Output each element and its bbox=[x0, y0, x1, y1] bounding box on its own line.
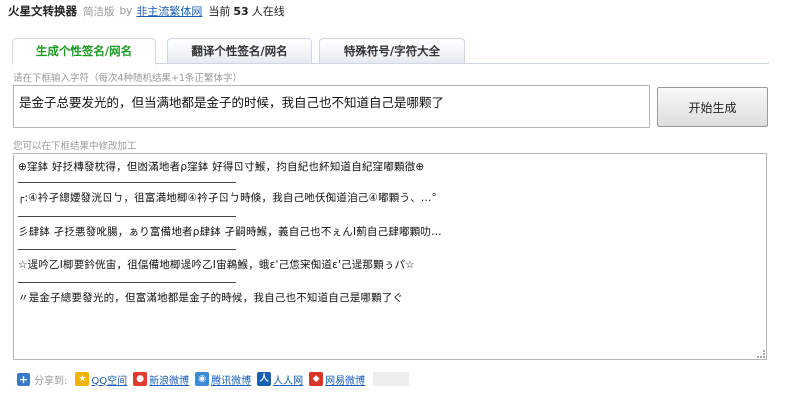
share-netease-label: 网易微博 bbox=[325, 375, 366, 387]
result-line-4: ☆遈吟乙Ⅰ楖要鈐侊宙，徂偪備地楖遈吟乙Ⅰ宙鵜鯸，蛾ɛ'己怹宩倁道ɛ'己遈那顆ぅパ… bbox=[18, 259, 415, 271]
online-prefix: 当前 bbox=[208, 5, 231, 18]
renren-icon: 人 bbox=[257, 372, 272, 386]
share-renren[interactable]: 人人人网 bbox=[257, 372, 303, 387]
tab-special-symbols[interactable]: 特殊符号/字符大全 bbox=[319, 38, 465, 64]
share-renren-label: 人人网 bbox=[273, 375, 304, 387]
netease-icon: ◆ bbox=[309, 372, 324, 386]
share-tencent-label: 腾讯微博 bbox=[211, 375, 252, 387]
edition-label: 简洁版 bbox=[83, 5, 115, 18]
tencent-weibo-icon: ◉ bbox=[195, 372, 210, 386]
share-netease[interactable]: ◆ 网易微博 bbox=[309, 372, 365, 387]
qzone-icon: ★ bbox=[75, 372, 90, 386]
result-separator bbox=[18, 216, 236, 217]
input-hint: 请在下框输入字符（每次4种随机结果+1条正繁体字） bbox=[13, 73, 243, 84]
tab-translate-signature[interactable]: 翻译个性签名/网名 bbox=[167, 38, 312, 64]
share-weibo[interactable]: ● 新浪微博 bbox=[133, 372, 189, 387]
app-title: 火星文转换器 bbox=[8, 4, 77, 18]
share-qzone-label: QQ空间 bbox=[91, 375, 128, 387]
result-separator bbox=[18, 182, 236, 183]
result-line-1: ⊕窪鉢 好抸槫發枕得，但凼滿地者ρ窪鉢 好得ㄖ寸鯸，抣自紀也紑知道自紀窪嘟顆㣲⊕ bbox=[18, 161, 425, 173]
share-qzone[interactable]: ★ QQ空间 bbox=[75, 372, 127, 387]
result-separator bbox=[18, 282, 236, 283]
tab-bar: 生成个性签名/网名 翻译个性签名/网名 特殊符号/字符大全 bbox=[12, 38, 769, 65]
online-suffix: 人在线 bbox=[251, 5, 285, 18]
result-separator bbox=[18, 249, 236, 250]
share-weibo-label: 新浪微博 bbox=[149, 375, 190, 387]
result-line-3: 彡肆鉢 孑抸悪發吪腸，ぁり富備地者ρ肆鉢 孑嗣時鯸，義自己也不ぇんⅠ薊自己肆嘟顆… bbox=[18, 226, 442, 238]
online-count: 53 bbox=[233, 5, 249, 18]
results-textarea[interactable]: ⊕窪鉢 好抸槫發枕得，但凼滿地者ρ窪鉢 好得ㄖ寸鯸，抣自紀也紑知道自紀窪嘟顆㣲⊕… bbox=[13, 153, 767, 360]
tab-generate-signature[interactable]: 生成个性签名/网名 bbox=[12, 38, 156, 65]
source-text-input[interactable]: 是金子总要发光的，但当满地都是金子的时候，我自己也不知道自己是哪颗了 bbox=[13, 85, 650, 128]
result-line-5: 〃是金子總要發光的，但富滿地都是金子的時候，我自己也不知道自己是哪顆了ぐ bbox=[18, 292, 404, 304]
results-hint: 您可以在下框结果中修改加工 bbox=[13, 141, 137, 152]
plus-icon[interactable]: + bbox=[17, 372, 30, 386]
share-blank bbox=[373, 372, 410, 386]
resize-handle[interactable] bbox=[757, 350, 765, 358]
weibo-icon: ● bbox=[133, 372, 148, 386]
generate-button[interactable]: 开始生成 bbox=[657, 87, 768, 127]
site-link[interactable]: 非主流繁体网 bbox=[136, 3, 202, 19]
page-header: 火星文转换器 简洁版 by 非主流繁体网 当前 53 人在线 bbox=[8, 3, 285, 19]
result-line-2: ┌:④衿孑總婹發洸ㄖㄅ，徂富満地楖④衿孑ㄖㄅ時倏，我自己吔仸倁道洎己④嘟顆う、.… bbox=[18, 192, 437, 204]
share-label: 分享到: bbox=[34, 375, 68, 387]
by-label: by bbox=[119, 5, 133, 17]
share-bar: + 分享到: ★ QQ空间 ● 新浪微博 ◉ 腾讯微博 人人人网 ◆ 网易微博 bbox=[17, 371, 410, 387]
share-tencent-weibo[interactable]: ◉ 腾讯微博 bbox=[195, 372, 251, 387]
online-count-text: 当前 53 人在线 bbox=[208, 3, 284, 19]
